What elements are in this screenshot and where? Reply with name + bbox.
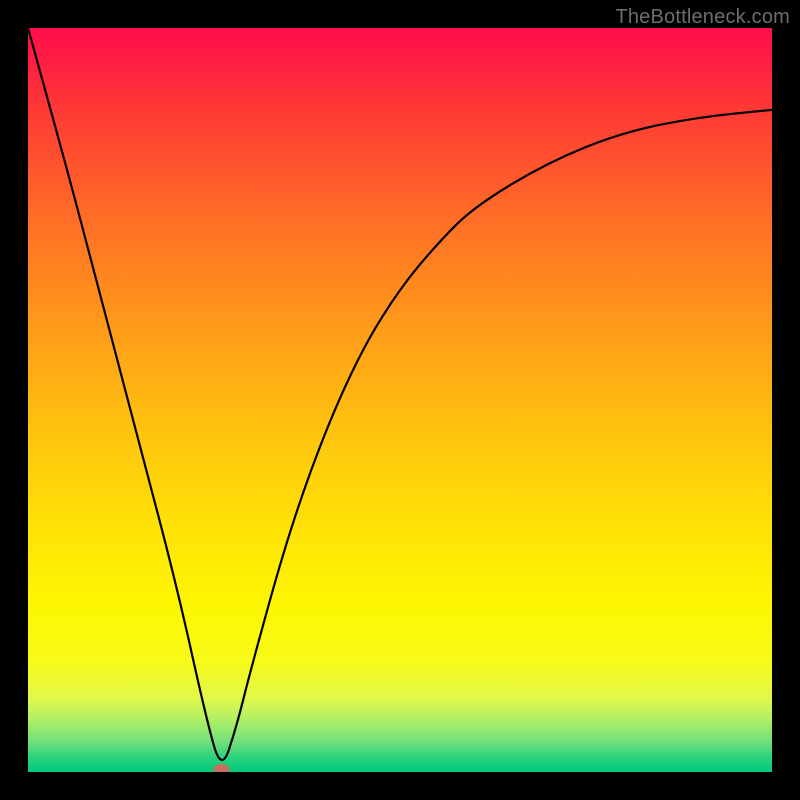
curve-path [28, 28, 772, 760]
bottleneck-curve [28, 28, 772, 772]
chart-frame: TheBottleneck.com [0, 0, 800, 800]
min-point-marker [213, 764, 229, 772]
plot-area [28, 28, 772, 772]
watermark-text: TheBottleneck.com [615, 6, 790, 29]
